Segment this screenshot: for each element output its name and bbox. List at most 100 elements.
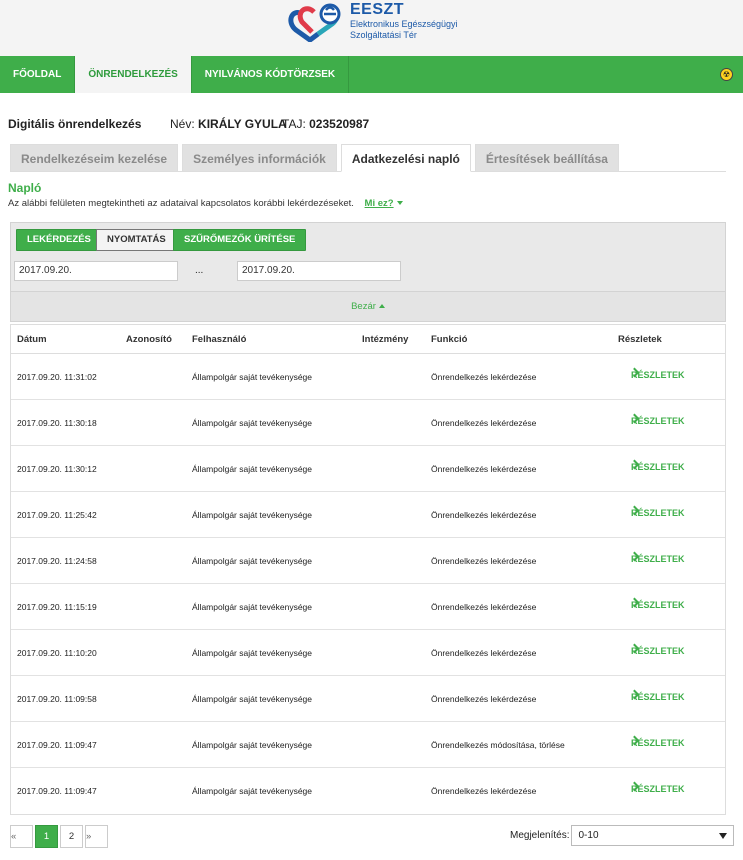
patient-name: Név: KIRÁLY GYULA <box>170 117 287 131</box>
details-label: RÉSZLETEK <box>631 738 685 748</box>
cell-user: Állampolgár saját tevékenysége <box>192 556 313 566</box>
nav-item-fooldal[interactable]: FŐOLDAL <box>0 56 76 93</box>
section-description: Az alábbi felületen megtekintheti az ada… <box>8 198 403 209</box>
cell-date: 2017.09.20. 11:15:19 <box>17 602 97 612</box>
logo-subtitle-1: Elektronikus Egészségügyi <box>350 19 458 29</box>
prev-page-button[interactable]: « <box>10 825 33 848</box>
cell-user: Állampolgár saját tevékenysége <box>192 602 313 612</box>
cell-date: 2017.09.20. 11:09:58 <box>17 694 97 704</box>
cell-date: 2017.09.20. 11:09:47 <box>17 740 97 750</box>
table-header: Dátum Azonosító Felhasználó Intézmény Fu… <box>11 325 725 354</box>
cell-user: Állampolgár saját tevékenysége <box>192 740 313 750</box>
dropdown-arrow-icon <box>719 833 728 839</box>
radiation-icon[interactable]: ☢ <box>720 68 733 81</box>
details-label: RÉSZLETEK <box>631 600 685 610</box>
tab-adatkezelesi-naplo[interactable]: Adatkezelési napló <box>340 144 471 172</box>
cell-function: Önrendelkezés lekérdezése <box>431 602 537 612</box>
log-table: Dátum Azonosító Felhasználó Intézmény Fu… <box>10 324 726 815</box>
page-size-label: Megjelenítés: <box>510 830 570 841</box>
date-from-input[interactable]: 2017.09.20. <box>14 261 178 281</box>
cell-function: Önrendelkezés lekérdezése <box>431 648 537 658</box>
page-size-select[interactable]: 0-10 <box>571 825 735 846</box>
page-size-control: Megjelenítés: 0-10 <box>510 825 735 846</box>
header-details: Részletek <box>618 334 662 345</box>
eeszt-logo[interactable]: EESZT Elektronikus Egészségügyi Szolgált… <box>288 1 458 42</box>
page-title: Digitális önrendelkezés <box>8 117 142 131</box>
details-label: RÉSZLETEK <box>631 416 685 426</box>
details-label: RÉSZLETEK <box>631 554 685 564</box>
details-label: RÉSZLETEK <box>631 462 685 472</box>
cell-function: Önrendelkezés módosítása, törlése <box>431 740 565 750</box>
table-row: 2017.09.20. 11:09:47 Állampolgár saját te… <box>11 768 725 814</box>
taj-value: 023520987 <box>309 117 370 131</box>
page-size-value: 0-10 <box>578 830 599 841</box>
cell-function: Önrendelkezés lekérdezése <box>431 464 537 474</box>
table-row: 2017.09.20. 11:31:02 Állampolgár saját te… <box>11 354 725 400</box>
details-label: RÉSZLETEK <box>631 784 685 794</box>
close-filter-toggle[interactable]: Bezár <box>11 291 725 321</box>
cell-function: Önrendelkezés lekérdezése <box>431 694 537 704</box>
header-date: Dátum <box>17 334 47 345</box>
tab-rendelkezeseim[interactable]: Rendelkezéseim kezelése <box>10 144 179 172</box>
nav-item-onrendelkezes[interactable]: ÖNRENDELKEZÉS <box>75 56 192 93</box>
cell-date: 2017.09.20. 11:25:42 <box>17 510 97 520</box>
logo-subtitle-2: Szolgáltatási Tér <box>350 30 417 40</box>
cell-user: Állampolgár saját tevékenysége <box>192 786 313 796</box>
filter-panel: LEKÉRDEZÉS NYOMTATÁS SZŰRŐMEZŐK ÜRÍTÉSE … <box>10 222 726 322</box>
pagination: « 1 2 » <box>10 825 110 848</box>
caret-down-icon <box>396 201 403 206</box>
patient-taj: TAJ: 023520987 <box>282 117 369 131</box>
name-label: Név: <box>170 117 195 131</box>
details-label: RÉSZLETEK <box>631 692 685 702</box>
header: EESZT Elektronikus Egészségügyi Szolgált… <box>0 0 743 56</box>
cell-date: 2017.09.20. 11:30:18 <box>17 418 97 428</box>
cell-user: Állampolgár saját tevékenysége <box>192 464 313 474</box>
cell-date: 2017.09.20. 11:30:12 <box>17 464 97 474</box>
header-user: Felhasználó <box>192 334 247 345</box>
table-row: 2017.09.20. 11:30:12 Állampolgár saját te… <box>11 446 725 492</box>
page-1-button[interactable]: 1 <box>35 825 58 848</box>
cell-user: Állampolgár saját tevékenysége <box>192 694 313 704</box>
cell-function: Önrendelkezés lekérdezése <box>431 556 537 566</box>
table-row: 2017.09.20. 11:15:19 Állampolgár saját te… <box>11 584 725 630</box>
table-row: 2017.09.20. 11:30:18 Állampolgár saját te… <box>11 400 725 446</box>
print-button[interactable]: NYOMTATÁS <box>96 229 177 251</box>
table-row: 2017.09.20. 11:09:58 Állampolgár saját te… <box>11 676 725 722</box>
table-row: 2017.09.20. 11:09:47 Állampolgár saját te… <box>11 722 725 768</box>
tab-szemelyes-informaciok[interactable]: Személyes információk <box>182 144 337 172</box>
query-button[interactable]: LEKÉRDEZÉS <box>16 229 102 251</box>
cell-function: Önrendelkezés lekérdezése <box>431 372 537 382</box>
table-row: 2017.09.20. 11:10:20 Állampolgár saját te… <box>11 630 725 676</box>
header-function: Funkció <box>431 334 468 345</box>
cell-function: Önrendelkezés lekérdezése <box>431 418 537 428</box>
table-row: 2017.09.20. 11:25:42 Állampolgár saját te… <box>11 492 725 538</box>
logo-title: EESZT <box>350 1 405 18</box>
details-label: RÉSZLETEK <box>631 646 685 656</box>
cell-user: Állampolgár saját tevékenysége <box>192 372 313 382</box>
cell-date: 2017.09.20. 11:09:47 <box>17 786 97 796</box>
cell-user: Állampolgár saját tevékenysége <box>192 418 313 428</box>
close-label: Bezár <box>351 301 376 312</box>
date-separator: ... <box>195 265 204 276</box>
nav-item-nyilvanos-kodtorzsek[interactable]: NYILVÁNOS KÓDTÖRZSEK <box>192 56 350 93</box>
whatis-label: Mi ez? <box>364 198 394 209</box>
cell-function: Önrendelkezés lekérdezése <box>431 786 537 796</box>
whatis-link[interactable]: Mi ez? <box>365 198 403 209</box>
cell-user: Állampolgár saját tevékenysége <box>192 510 313 520</box>
details-label: RÉSZLETEK <box>631 508 685 518</box>
page-2-button[interactable]: 2 <box>60 825 83 848</box>
heart-logo-icon <box>288 3 341 42</box>
cell-date: 2017.09.20. 11:24:58 <box>17 556 97 566</box>
section-title: Napló <box>8 181 42 195</box>
cell-user: Állampolgár saját tevékenysége <box>192 648 313 658</box>
caret-up-icon <box>378 304 385 309</box>
tab-ertesitesek[interactable]: Értesítések beállítása <box>474 144 619 172</box>
header-institution: Intézmény <box>362 334 409 345</box>
header-id: Azonosító <box>126 334 172 345</box>
cell-date: 2017.09.20. 11:10:20 <box>17 648 97 658</box>
date-to-input[interactable]: 2017.09.20. <box>237 261 401 281</box>
clear-filters-button[interactable]: SZŰRŐMEZŐK ÜRÍTÉSE <box>173 229 307 251</box>
description-text: Az alábbi felületen megtekintheti az ada… <box>8 198 354 209</box>
next-page-button[interactable]: » <box>85 825 108 848</box>
tabs: Rendelkezéseim kezelése Személyes inform… <box>10 144 623 172</box>
